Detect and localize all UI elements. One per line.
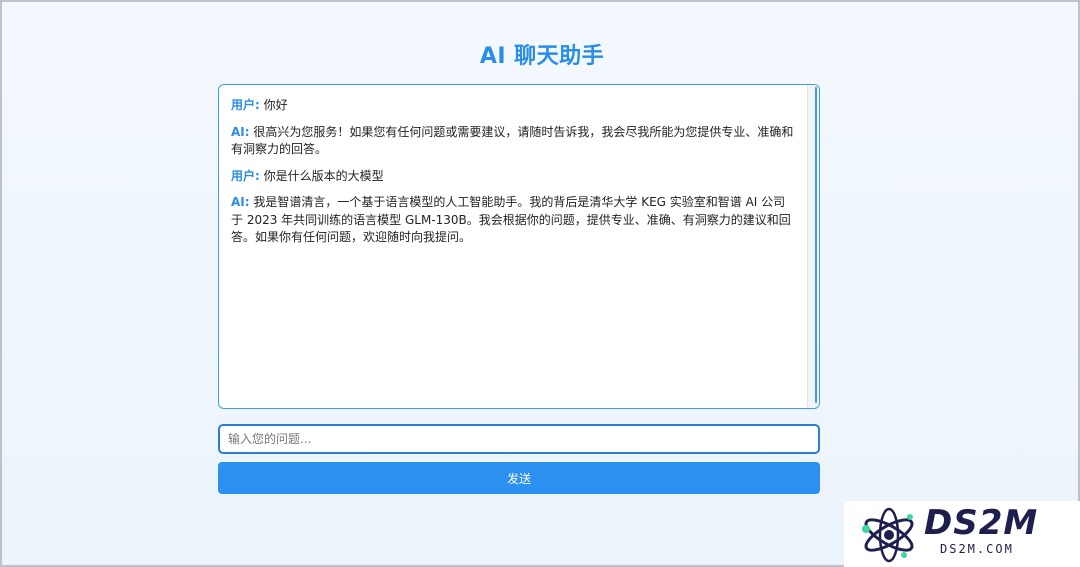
watermark-url: DS2M.COM <box>940 542 1014 556</box>
message-text: 我是智谱清言，一个基于语言模型的人工智能助手。我的背后是清华大学 KEG 实验室… <box>231 195 791 244</box>
ai-message: AI: 很高兴为您服务！如果您有任何问题或需要建议，请随时告诉我，我会尽我所能为… <box>231 124 795 159</box>
message-role: AI: <box>231 124 250 139</box>
question-input[interactable] <box>218 424 820 454</box>
atom-logo-icon <box>862 507 914 563</box>
message-text: 你好 <box>263 98 288 112</box>
user-message: 用户: 你是什么版本的大模型 <box>231 168 795 186</box>
message-role: 用户: <box>231 98 260 112</box>
watermark-brand: DS2M <box>924 503 1039 543</box>
app-window: AI 聊天助手 用户: 你好 AI: 很高兴为您服务！如果您有任何问题或需要建议… <box>0 0 1080 567</box>
chat-scrollbar[interactable] <box>807 85 819 408</box>
send-button[interactable]: 发送 <box>218 462 820 494</box>
message-text: 你是什么版本的大模型 <box>263 168 384 183</box>
watermark-logo: DS2M DS2M.COM <box>844 501 1080 567</box>
message-role: 用户: <box>231 168 260 183</box>
message-text: 很高兴为您服务！如果您有任何问题或需要建议，请随时告诉我，我会尽我所能为您提供专… <box>231 124 794 157</box>
message-list: 用户: 你好 AI: 很高兴为您服务！如果您有任何问题或需要建议，请随时告诉我，… <box>219 85 807 408</box>
scrollbar-thumb[interactable] <box>815 87 817 403</box>
message-role: AI: <box>231 195 250 209</box>
ai-message: AI: 我是智谱清言，一个基于语言模型的人工智能助手。我的背后是清华大学 KEG… <box>231 194 795 247</box>
user-message: 用户: 你好 <box>231 97 795 115</box>
chat-history: 用户: 你好 AI: 很高兴为您服务！如果您有任何问题或需要建议，请随时告诉我，… <box>218 84 820 409</box>
page-title: AI 聊天助手 <box>479 44 605 69</box>
